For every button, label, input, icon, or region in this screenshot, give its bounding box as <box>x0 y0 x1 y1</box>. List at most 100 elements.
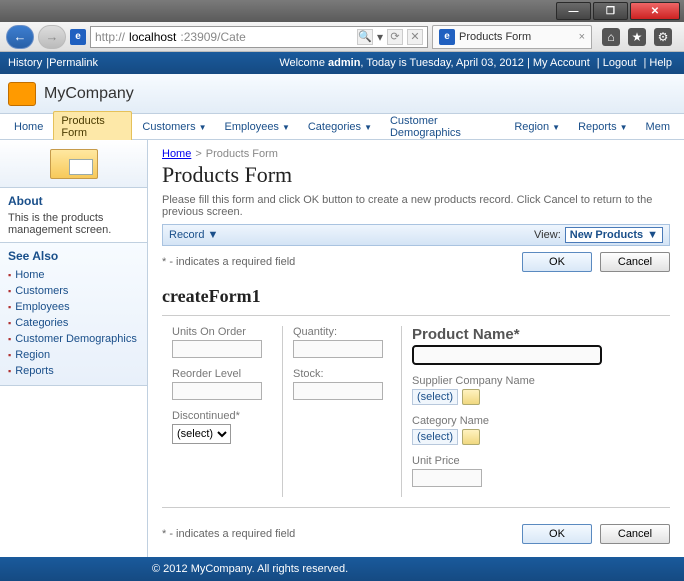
menu-item-region[interactable]: Region▼ <box>506 117 568 137</box>
sidebar-link: Region <box>8 347 139 363</box>
favorites-icon[interactable]: ★ <box>628 28 646 46</box>
url-rest: :23909/Cate <box>180 30 245 44</box>
page-title: Products Form <box>162 162 670 188</box>
sidebar-link: Categories <box>8 315 139 331</box>
record-toolbar: Record ▼ View: New Products▼ <box>162 224 670 246</box>
view-label: View: <box>534 229 561 241</box>
tab-close-icon[interactable]: × <box>579 31 585 43</box>
menu-item-customer-demographics[interactable]: Customer Demographics <box>382 111 504 143</box>
menu-item-home[interactable]: Home <box>6 117 51 137</box>
app-header: MyCompany <box>0 74 684 114</box>
reorder-level-input[interactable] <box>172 382 262 400</box>
about-title: About <box>8 194 139 208</box>
sidebar-link-home[interactable]: Home <box>15 269 44 281</box>
refresh-icon[interactable]: ⟳ <box>387 29 403 45</box>
field-units-on-order: Units On Order <box>172 326 272 358</box>
menu-item-mem[interactable]: Mem <box>638 117 678 137</box>
forward-button[interactable]: → <box>38 25 66 49</box>
discontinued-select[interactable]: (select) <box>172 424 231 444</box>
lookup-icon[interactable] <box>462 389 480 405</box>
ok-button-top[interactable]: OK <box>522 252 592 272</box>
product-name-input[interactable] <box>412 345 602 365</box>
window-maximize[interactable]: ❐ <box>593 2 628 20</box>
stop-icon[interactable]: ✕ <box>407 29 423 45</box>
menu-item-employees[interactable]: Employees▼ <box>217 117 298 137</box>
main-menu: HomeProducts FormCustomers▼Employees▼Cat… <box>0 114 684 140</box>
stock-input[interactable] <box>293 382 383 400</box>
breadcrumb: Home>Products Form <box>162 148 670 160</box>
copyright: © 2012 MyCompany. All rights reserved. <box>152 563 348 575</box>
view-dropdown[interactable]: New Products▼ <box>565 227 663 243</box>
ie-icon: e <box>70 29 86 45</box>
sidebar-link: Home <box>8 267 139 283</box>
back-button[interactable]: ← <box>6 25 34 49</box>
menu-item-reports[interactable]: Reports▼ <box>570 117 635 137</box>
crumb-current: Products Form <box>206 148 278 160</box>
crumb-home[interactable]: Home <box>162 148 191 160</box>
about-text: This is the products management screen. <box>8 212 139 236</box>
sidebar-link: Reports <box>8 363 139 379</box>
ok-button-bottom[interactable]: OK <box>522 524 592 544</box>
about-block: About This is the products management sc… <box>0 188 147 243</box>
welcome-pre: Welcome <box>279 57 328 69</box>
company-name: MyCompany <box>44 85 134 103</box>
logout-link[interactable]: Logout <box>603 57 637 69</box>
welcome-date: , Today is Tuesday, April 03, 2012 <box>360 57 523 69</box>
permalink-link[interactable]: Permalink <box>49 57 98 69</box>
required-note-bottom: * - indicates a required field <box>162 528 522 540</box>
field-quantity: Quantity: <box>293 326 391 358</box>
home-icon[interactable]: ⌂ <box>602 28 620 46</box>
app-bar: History | Permalink Welcome admin, Today… <box>0 52 684 74</box>
field-product-name: Product Name* <box>412 326 660 365</box>
sidebar-link-employees[interactable]: Employees <box>15 301 69 313</box>
sidebar-link-customer-demographics[interactable]: Customer Demographics <box>15 333 137 345</box>
unit-price-input[interactable] <box>412 469 482 487</box>
ie-icon: e <box>439 29 455 45</box>
menu-item-categories[interactable]: Categories▼ <box>300 117 380 137</box>
address-bar[interactable]: http://localhost:23909/Cate 🔍 ▾ ⟳ ✕ <box>90 26 428 48</box>
help-link[interactable]: Help <box>649 57 672 69</box>
units-on-order-input[interactable] <box>172 340 262 358</box>
browser-toolbar: ← → e http://localhost:23909/Cate 🔍 ▾ ⟳ … <box>0 22 684 52</box>
sidebar-link: Customers <box>8 283 139 299</box>
window-minimize[interactable]: — <box>556 2 591 20</box>
required-note: * - indicates a required field <box>162 256 522 268</box>
sidebar-link-reports[interactable]: Reports <box>15 365 54 377</box>
category-select-link[interactable]: (select) <box>412 429 458 445</box>
form-title: createForm1 <box>162 286 670 307</box>
cancel-button-top[interactable]: Cancel <box>600 252 670 272</box>
supplier-select-link[interactable]: (select) <box>412 389 458 405</box>
lookup-icon[interactable] <box>462 429 480 445</box>
sidebar: About This is the products management sc… <box>0 140 148 557</box>
tab-title: Products Form <box>459 31 531 43</box>
main-content: Home>Products Form Products Form Please … <box>148 140 684 557</box>
browser-tab[interactable]: e Products Form × <box>432 25 592 49</box>
welcome-user: admin <box>328 57 360 69</box>
quantity-input[interactable] <box>293 340 383 358</box>
field-supplier: Supplier Company Name (select) <box>412 375 660 405</box>
window-titlebar: — ❐ ✕ <box>0 0 684 22</box>
seealso-title: See Also <box>8 249 139 263</box>
menu-item-products-form[interactable]: Products Form <box>53 111 132 143</box>
sidebar-link-categories[interactable]: Categories <box>15 317 68 329</box>
sidebar-link: Customer Demographics <box>8 331 139 347</box>
field-discontinued: Discontinued* (select) <box>172 410 272 444</box>
sidebar-link-region[interactable]: Region <box>15 349 50 361</box>
field-category: Category Name (select) <box>412 415 660 445</box>
form-columns: Units On Order Reorder Level Discontinue… <box>162 315 670 497</box>
footer: © 2012 MyCompany. All rights reserved. <box>0 557 684 581</box>
url-prefix: http:// <box>95 30 125 44</box>
page-description: Please fill this form and click OK butto… <box>162 194 670 218</box>
seealso-block: See Also Home Customers Employees Categorie… <box>0 243 147 386</box>
field-unit-price: Unit Price <box>412 455 660 487</box>
window-close[interactable]: ✕ <box>630 2 680 20</box>
url-host: localhost <box>129 30 176 44</box>
history-link[interactable]: History <box>8 57 42 69</box>
menu-item-customers[interactable]: Customers▼ <box>134 117 214 137</box>
record-menu[interactable]: Record ▼ <box>169 229 218 241</box>
my-account-link[interactable]: My Account <box>533 57 590 69</box>
cancel-button-bottom[interactable]: Cancel <box>600 524 670 544</box>
tools-icon[interactable]: ⚙ <box>654 28 672 46</box>
search-icon[interactable]: 🔍 <box>357 29 373 45</box>
sidebar-link-customers[interactable]: Customers <box>15 285 68 297</box>
